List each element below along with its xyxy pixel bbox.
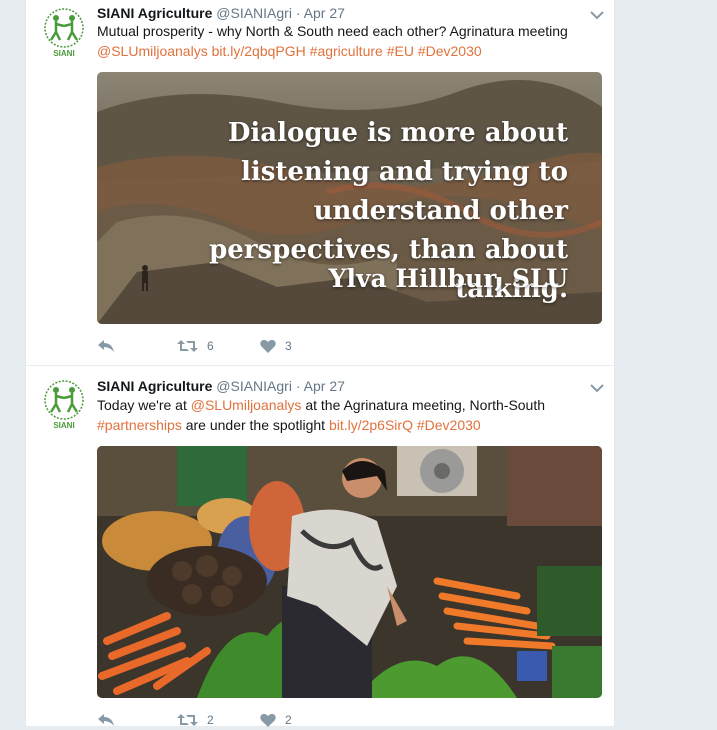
retweet-count: 6 [207, 339, 214, 353]
url-link[interactable]: bit.ly/2p6SirQ [329, 417, 413, 433]
tweet-actions: 2 2 [97, 710, 397, 730]
heart-icon [260, 339, 276, 353]
like-button[interactable]: 3 [260, 336, 292, 356]
tweet[interactable]: SIANI SIANI Agriculture @SIANIAgri · Apr… [26, 0, 614, 364]
image-quote-attribution: Ylva Hillbur, SLU [328, 264, 568, 293]
mention-link[interactable]: @SLUmiljoanalys [97, 43, 208, 59]
reply-icon [98, 340, 114, 352]
retweet-icon [177, 340, 198, 352]
timeline: SIANI SIANI Agriculture @SIANIAgri · Apr… [25, 0, 615, 727]
author-handle[interactable]: @SIANIAgri [216, 5, 292, 21]
tweet-header: SIANI Agriculture @SIANIAgri · Apr 27 [97, 4, 345, 22]
author-handle[interactable]: @SIANIAgri [216, 378, 292, 394]
chevron-down-icon[interactable] [590, 7, 604, 20]
reply-icon [98, 714, 114, 726]
tweet-text: Mutual prosperity - why North & South ne… [97, 21, 597, 61]
chevron-down-icon[interactable] [590, 380, 604, 393]
tweet-media-image[interactable]: Dialogue is more about listening and try… [97, 72, 602, 324]
hashtag-link[interactable]: #Dev2030 [417, 417, 481, 433]
svg-text:SIANI: SIANI [53, 49, 74, 58]
tweet-text-plain: are under the spotlight [185, 417, 326, 433]
tweet-header: SIANI Agriculture @SIANIAgri · Apr 27 [97, 377, 345, 395]
separator: · [295, 378, 301, 394]
tweet-text-plain: Today we're at [97, 397, 187, 413]
reply-button[interactable] [97, 710, 115, 730]
hashtag-link[interactable]: #agriculture [310, 43, 383, 59]
svg-text:SIANI: SIANI [53, 421, 74, 430]
market-vendor-image [97, 446, 602, 698]
tweet-actions: 6 3 [97, 336, 397, 356]
tweet-text: Today we're at @SLUmiljoanalys at the Ag… [97, 395, 597, 435]
mention-link[interactable]: @SLUmiljoanalys [191, 397, 302, 413]
author-name[interactable]: SIANI Agriculture [97, 378, 212, 394]
tweet-date[interactable]: Apr 27 [304, 5, 345, 21]
url-link[interactable]: bit.ly/2qbqPGH [212, 43, 306, 59]
heart-icon [260, 713, 276, 727]
like-count: 3 [285, 339, 292, 353]
tweet-date[interactable]: Apr 27 [304, 378, 345, 394]
avatar[interactable]: SIANI [38, 378, 90, 430]
author-name[interactable]: SIANI Agriculture [97, 5, 212, 21]
tweet-media-image[interactable] [97, 446, 602, 698]
retweet-button[interactable]: 2 [177, 710, 214, 730]
retweet-icon [177, 714, 198, 726]
hashtag-link[interactable]: #partnerships [97, 417, 182, 433]
hashtag-link[interactable]: #EU [387, 43, 414, 59]
avatar[interactable]: SIANI [38, 6, 90, 58]
tweet[interactable]: SIANI SIANI Agriculture @SIANIAgri · Apr… [26, 365, 614, 727]
tweet-text-plain: Mutual prosperity - why North & South ne… [97, 23, 568, 39]
reply-button[interactable] [97, 336, 115, 356]
like-button[interactable]: 2 [260, 710, 292, 730]
retweet-button[interactable]: 6 [177, 336, 214, 356]
hashtag-link[interactable]: #Dev2030 [418, 43, 482, 59]
siani-logo: SIANI [44, 380, 84, 430]
like-count: 2 [285, 713, 292, 727]
separator: · [295, 5, 301, 21]
tweet-text-plain: at the Agrinatura meeting, North-South [305, 397, 546, 413]
retweet-count: 2 [207, 713, 214, 727]
siani-logo: SIANI [44, 8, 84, 58]
